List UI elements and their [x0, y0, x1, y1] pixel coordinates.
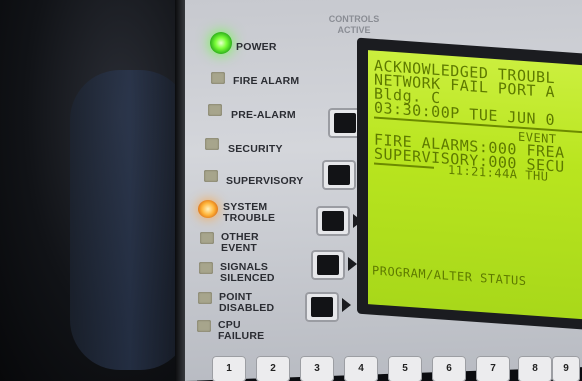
key-4[interactable]: 4	[344, 356, 378, 381]
controls-active-label: CONTROLS ACTIVE	[328, 14, 380, 35]
indicator-label-point-disabled: POINT DISABLED	[219, 291, 275, 314]
indicator-label-pre-alarm: PRE-ALARM	[231, 109, 296, 121]
arrow-right-icon	[348, 257, 357, 271]
indicator-label-power: POWER	[236, 41, 277, 53]
keypad-row: 1 2 3 4 5 6 7 8 9	[200, 352, 582, 381]
key-5[interactable]: 5	[388, 356, 422, 381]
indicator-label-fire-alarm: FIRE ALARM	[233, 75, 300, 87]
key-8[interactable]: 8	[518, 356, 552, 381]
indicator-label-system-trouble: SYSTEM TROUBLE	[223, 201, 276, 224]
softkey-button-2[interactable]	[322, 160, 356, 190]
indicator-label-signals-silenced: SIGNALS SILENCED	[220, 261, 275, 284]
softkey-button-3[interactable]	[316, 206, 350, 236]
power-led-icon	[210, 32, 232, 54]
fire-alarm-panel-photo: CONTROLS ACTIVE POWER FIRE ALARM PRE-ALA…	[0, 0, 582, 381]
indicator-label-supervisory: SUPERVISORY	[226, 175, 304, 187]
signals-silenced-led-icon	[199, 262, 213, 274]
indicator-label-other-event: OTHER EVENT	[221, 231, 259, 254]
key-2[interactable]: 2	[256, 356, 290, 381]
key-3[interactable]: 3	[300, 356, 334, 381]
indicator-label-security: SECURITY	[228, 143, 283, 155]
other-event-led-icon	[200, 232, 214, 244]
lcd-screen: ACKNOWLEDGED TROUBL NETWORK FAIL PORT A …	[368, 50, 582, 320]
key-1[interactable]: 1	[212, 356, 246, 381]
arrow-right-icon	[342, 298, 351, 312]
supervisory-led-icon	[204, 170, 218, 182]
point-disabled-led-icon	[198, 292, 212, 304]
softkey-button-4[interactable]	[311, 250, 345, 280]
cpu-failure-led-icon	[197, 320, 211, 332]
fire-alarm-led-icon	[211, 72, 225, 84]
screen-line-program-status: PROGRAM/ALTER STATUS	[372, 263, 527, 289]
key-7[interactable]: 7	[476, 356, 510, 381]
pre-alarm-led-icon	[208, 104, 222, 116]
key-9[interactable]: 9	[552, 356, 580, 381]
security-led-icon	[205, 138, 219, 150]
indicator-label-cpu-failure: CPU FAILURE	[218, 319, 265, 342]
softkey-button-5[interactable]	[305, 292, 339, 322]
blurred-reflection	[70, 70, 190, 370]
system-trouble-led-icon	[198, 200, 218, 218]
key-6[interactable]: 6	[432, 356, 466, 381]
